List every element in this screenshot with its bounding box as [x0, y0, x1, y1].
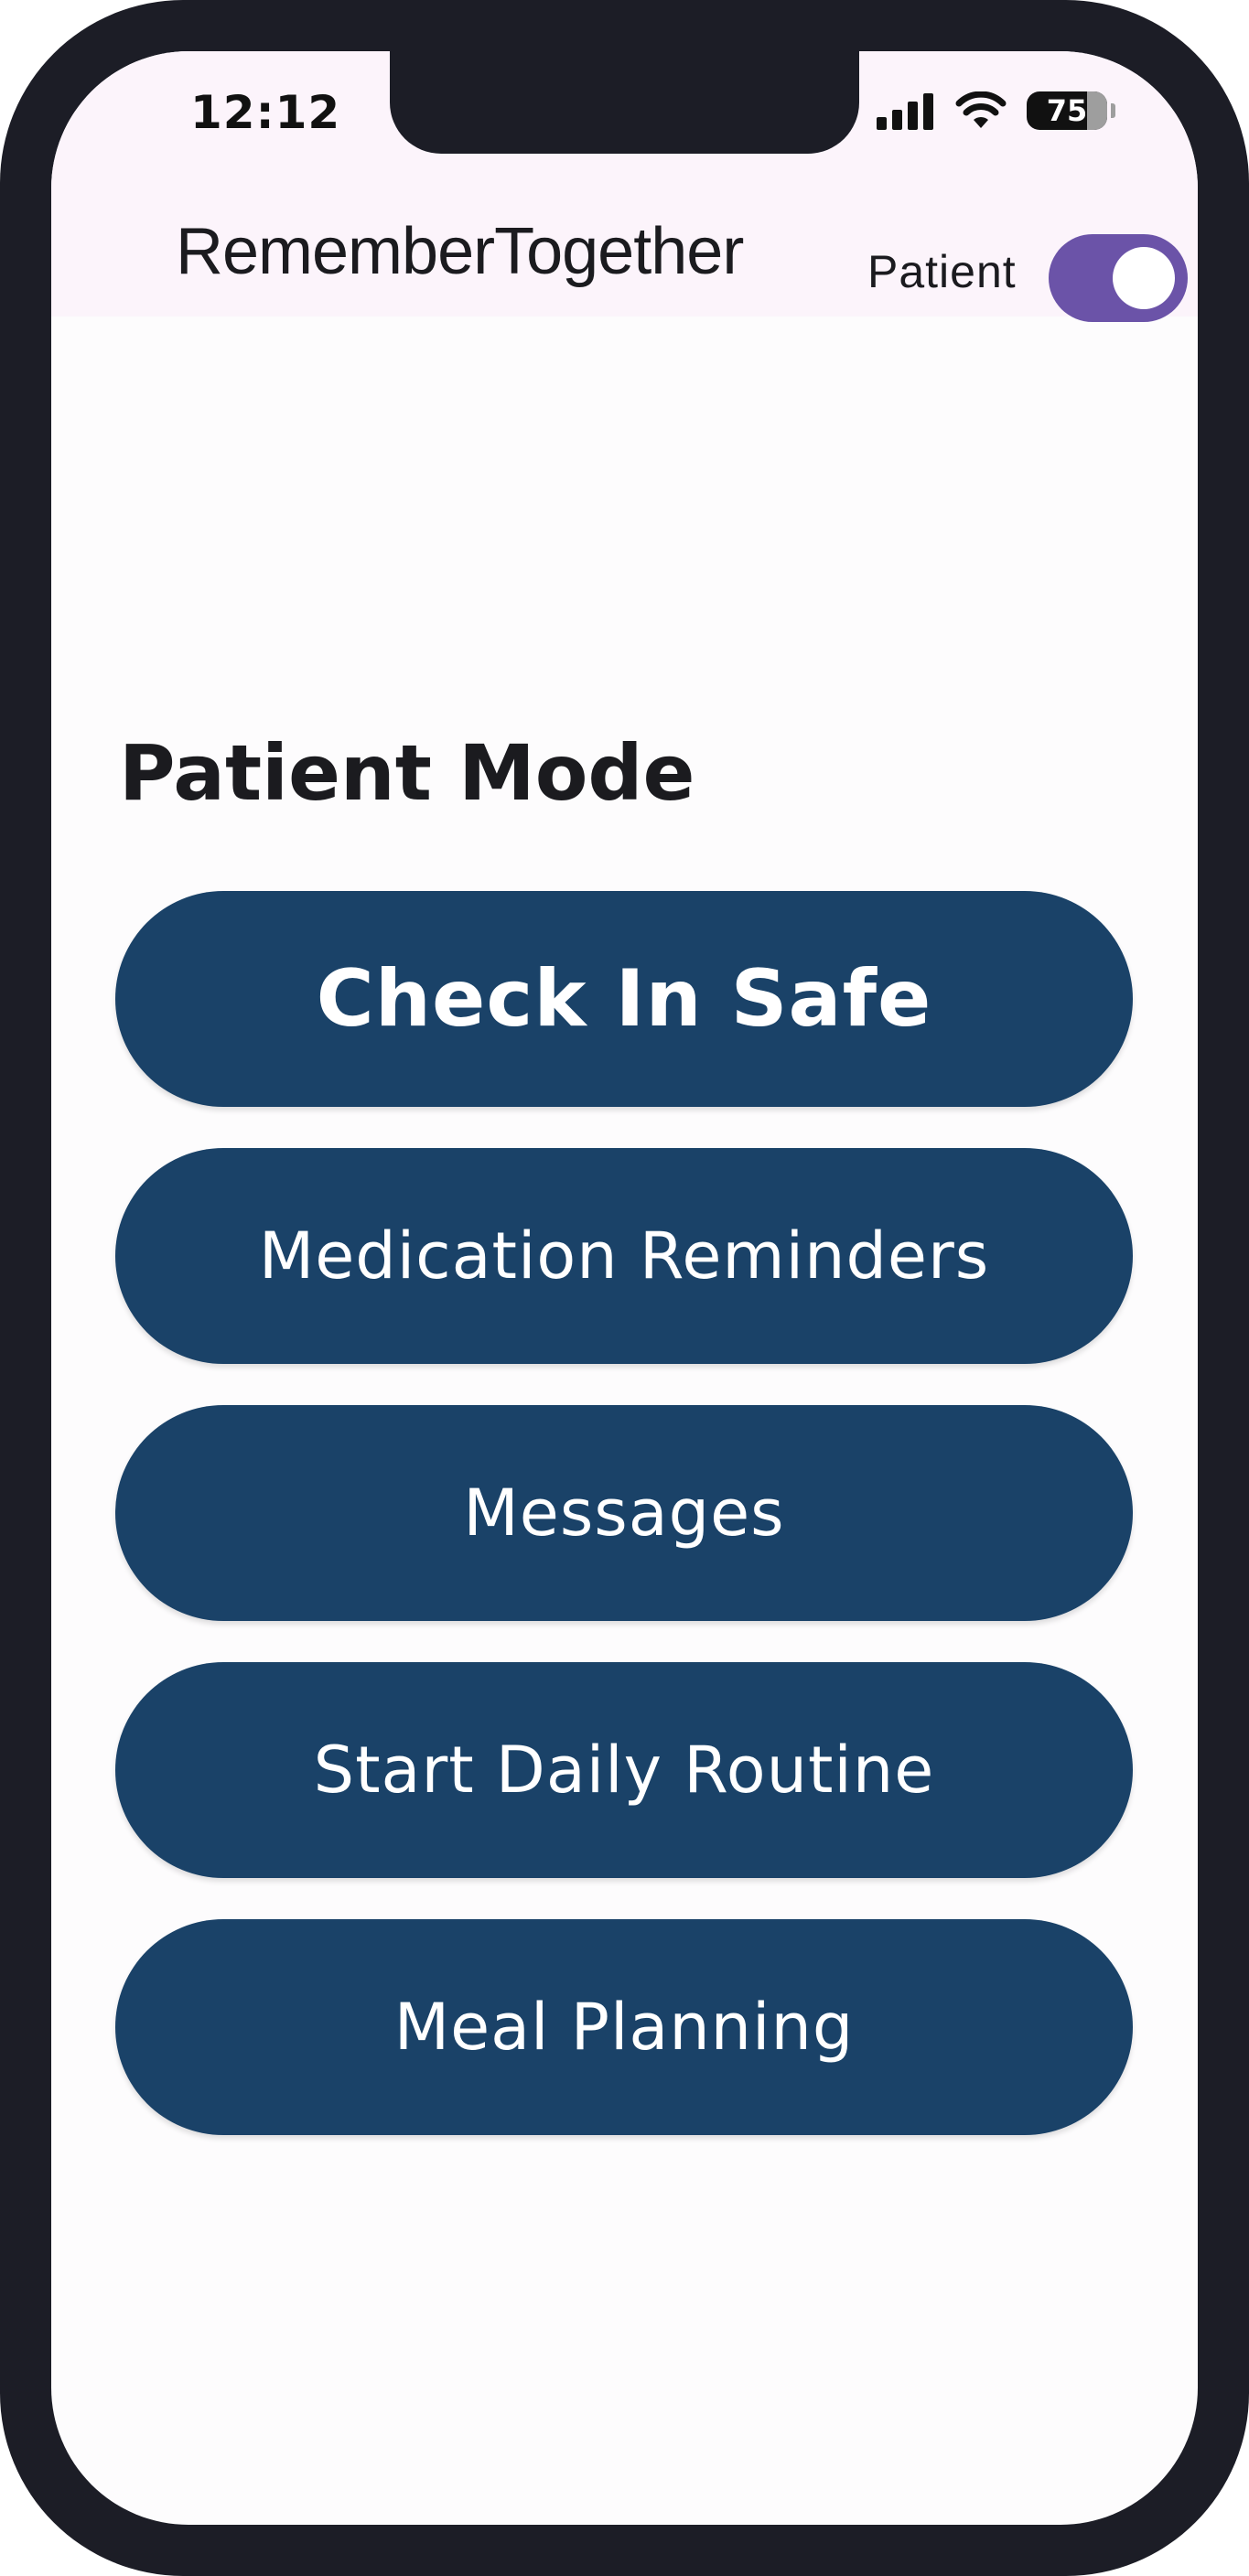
battery-cap: [1111, 103, 1115, 118]
app-screen: 12:12 75 RememberTogether Patient Patien…: [51, 51, 1198, 2525]
status-icons: 75: [877, 91, 1115, 130]
mode-toggle-label: Patient: [867, 246, 1017, 297]
medication-reminders-button[interactable]: Medication Reminders: [115, 1148, 1133, 1364]
start-daily-routine-button[interactable]: Start Daily Routine: [115, 1662, 1133, 1878]
meal-planning-button[interactable]: Meal Planning: [115, 1919, 1133, 2135]
page-title: Patient Mode: [119, 728, 695, 818]
app-title: RememberTogether: [176, 215, 744, 288]
toggle-thumb[interactable]: [1113, 247, 1175, 309]
battery-level: 75: [1046, 93, 1088, 128]
app-bar: RememberTogether Patient: [51, 198, 1198, 322]
check-in-safe-button[interactable]: Check In Safe: [115, 891, 1133, 1107]
status-time: 12:12: [190, 86, 341, 139]
device-frame: 12:12 75 RememberTogether Patient Patien…: [0, 0, 1249, 2576]
patient-mode-toggle[interactable]: [1049, 234, 1188, 322]
messages-button[interactable]: Messages: [115, 1405, 1133, 1621]
device-notch: [390, 51, 859, 154]
wifi-icon: [955, 91, 1007, 128]
signal-icon: [877, 93, 933, 130]
battery-icon: 75: [1027, 91, 1107, 130]
